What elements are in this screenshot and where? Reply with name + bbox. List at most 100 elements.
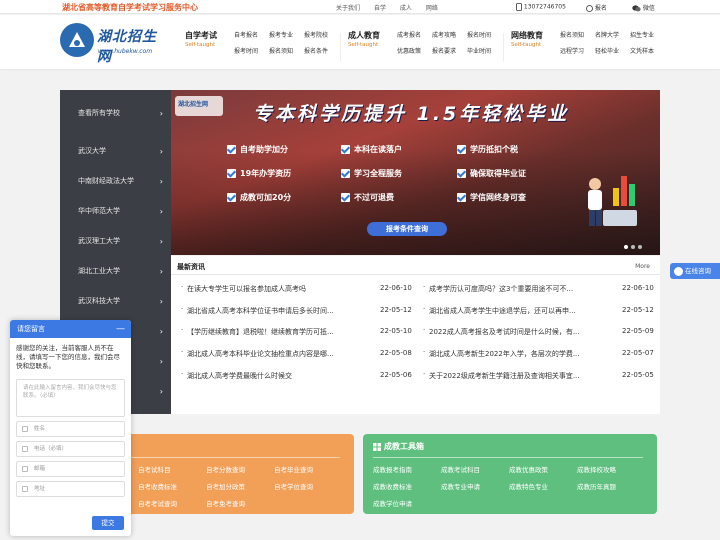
- top-link-about[interactable]: 关于我们: [336, 5, 360, 12]
- tool-link[interactable]: 自考分数查询: [206, 464, 274, 474]
- news-item[interactable]: 2022成人高考报名及考试时间是什么时候，有...22-05-09: [419, 326, 655, 349]
- submit-button[interactable]: 提交: [92, 516, 124, 530]
- checkbox-icon: [341, 169, 350, 178]
- banner-feature: 19年办学资历: [227, 168, 291, 179]
- nav-link[interactable]: 毕业时间: [467, 46, 502, 55]
- user-icon: [22, 426, 28, 432]
- tool-link[interactable]: [274, 498, 342, 508]
- wechat-link[interactable]: 微信: [632, 3, 655, 12]
- top-link-self[interactable]: 自学: [374, 5, 386, 12]
- tool-link[interactable]: 自考收费标准: [138, 481, 206, 491]
- wechat-icon: [632, 5, 641, 12]
- news-item[interactable]: 湖北成人高考新生2022年入学，各层次的学费...22-05-07: [419, 348, 655, 371]
- tool-link[interactable]: 自考学位查询: [274, 481, 342, 491]
- news-item[interactable]: 成考学历认可度高吗？这3个重要用途不可不...22-06-10: [419, 283, 655, 306]
- site-logo[interactable]: 湖北招生网 www.hubekw.com: [60, 23, 168, 65]
- logo-url: www.hubekw.com: [98, 48, 153, 55]
- card-links: 成教报考指南 成教考试科目 成教优惠政策 成教择校攻略 成教收费标准 成教专业申…: [373, 464, 653, 508]
- online-consult-button[interactable]: 在线咨询: [670, 263, 720, 279]
- news-item[interactable]: 湖北省成人高考学生中途退学后，还可以再申...22-05-12: [419, 305, 655, 328]
- tool-link[interactable]: [509, 498, 577, 508]
- nav-link[interactable]: 报考院校: [304, 30, 339, 39]
- nav-links-self-study: 自考报名 报考专业 报考院校 报考时间 报名须知 报名条件: [234, 30, 339, 62]
- nav-link[interactable]: 报名须知: [560, 30, 595, 39]
- checkbox-icon: [341, 193, 350, 202]
- tool-link[interactable]: 成教收费标准: [373, 481, 441, 491]
- nav-title[interactable]: 成人教育: [348, 30, 380, 41]
- banner-cta-button[interactable]: 报考条件查询: [367, 222, 447, 236]
- carousel-dot[interactable]: [631, 245, 635, 249]
- grid-icon: [373, 442, 381, 451]
- nav-link[interactable]: 成考攻略: [432, 30, 467, 39]
- banner-feature: 本科在读落户: [341, 144, 402, 155]
- tool-link[interactable]: [441, 498, 509, 508]
- nav-link[interactable]: 招生专业: [630, 30, 665, 39]
- tool-link[interactable]: [577, 498, 645, 508]
- phone-field[interactable]: 电话（必填）: [16, 441, 125, 457]
- sidebar-item-label: 武汉科技大学: [78, 297, 120, 305]
- news-item[interactable]: 在读大专学生可以报名参加成人高考吗22-06-10: [177, 283, 413, 306]
- hero-banner[interactable]: 湖北招生网 专本科学历提升 1.5年轻松毕业 自考助学加分 本科在读落户 学历抵…: [171, 90, 660, 255]
- latest-news: 最新资讯 More 在读大专学生可以报名参加成人高考吗22-06-10 湖北省成…: [171, 256, 660, 414]
- tool-link[interactable]: 自考免考查询: [206, 498, 274, 508]
- nav-link[interactable]: 成考报名: [397, 30, 432, 39]
- sidebar-item-whu[interactable]: 武汉大学 ›: [60, 136, 171, 166]
- phone-icon: [22, 446, 28, 452]
- nav-title[interactable]: 自学考试: [185, 30, 217, 41]
- tool-link[interactable]: 成教历年真题: [577, 481, 645, 491]
- sidebar-item-zuel[interactable]: 中南财经政法大学 ›: [60, 166, 171, 196]
- tool-link[interactable]: 自考加分政策: [206, 481, 274, 491]
- nav-link[interactable]: 优惠政策: [397, 46, 432, 55]
- news-item[interactable]: 湖北成人高考学费最晚什么时候交22-05-06: [177, 370, 413, 393]
- tool-link[interactable]: 成教考试科目: [441, 464, 509, 474]
- sidebar-item-wust[interactable]: 武汉科技大学 ›: [60, 286, 171, 316]
- nav-link[interactable]: 报名时间: [467, 30, 502, 39]
- nav-link[interactable]: 远程学习: [560, 46, 595, 55]
- nav-group-self-study: 自学考试 Self-taught: [185, 30, 217, 48]
- nav-link[interactable]: 报名须知: [269, 46, 304, 55]
- sidebar-item-all-schools[interactable]: 查看所有学校 ›: [60, 90, 171, 136]
- sidebar-item-hbut[interactable]: 湖北工业大学 ›: [60, 256, 171, 286]
- top-link-adult[interactable]: 成人: [400, 5, 412, 12]
- address-field[interactable]: 地址: [16, 481, 125, 497]
- checkbox-icon: [227, 193, 236, 202]
- mail-icon: [22, 466, 28, 472]
- sidebar-item-whut[interactable]: 武汉理工大学 ›: [60, 226, 171, 256]
- nav-link[interactable]: 轻松毕业: [595, 46, 630, 55]
- nav-link[interactable]: 名牌大学: [595, 30, 630, 39]
- minimize-icon[interactable]: —: [116, 320, 125, 338]
- name-field[interactable]: 姓名: [16, 421, 125, 437]
- register-link[interactable]: 报名: [586, 3, 607, 12]
- email-field[interactable]: 邮箱: [16, 461, 125, 477]
- checkbox-icon: [457, 193, 466, 202]
- nav-link[interactable]: 报名条件: [304, 46, 339, 55]
- nav-link[interactable]: 自考报名: [234, 30, 269, 39]
- tool-link[interactable]: 自考毕业查询: [274, 464, 342, 474]
- tool-link[interactable]: 成教特色专业: [509, 481, 577, 491]
- carousel-dot[interactable]: [638, 245, 642, 249]
- news-item[interactable]: 关于2022级成考新生学籍注册及查询相关事宜...22-05-05: [419, 370, 655, 393]
- tool-link[interactable]: 成教学位申请: [373, 498, 441, 508]
- top-link-online[interactable]: 网络: [426, 5, 438, 12]
- nav-title[interactable]: 网络教育: [511, 30, 543, 41]
- nav-link[interactable]: 报考专业: [269, 30, 304, 39]
- news-item[interactable]: 【学历继续教育】退税啦！继续教育学历可抵...22-05-10: [177, 326, 413, 349]
- message-textarea[interactable]: 请在此输入留言内容，我们会尽快与您联系。（必填）: [16, 379, 125, 417]
- news-item[interactable]: 湖北省成人高考本科学位证书申请后多长时间...22-05-12: [177, 305, 413, 328]
- tool-link[interactable]: 自考试科目: [138, 464, 206, 474]
- nav-link[interactable]: 文凭样本: [630, 46, 665, 55]
- site-slogan: 湖北省高等教育自学考试学习服务中心: [62, 3, 198, 12]
- sidebar-item-ccnu[interactable]: 华中师范大学 ›: [60, 196, 171, 226]
- carousel-dot[interactable]: [624, 245, 628, 249]
- nav-link[interactable]: 报考时间: [234, 46, 269, 55]
- nav-link[interactable]: 报名要求: [432, 46, 467, 55]
- tool-link[interactable]: 成教报考指南: [373, 464, 441, 474]
- divider: [373, 457, 643, 458]
- tool-link[interactable]: 成教优惠政策: [509, 464, 577, 474]
- tool-link[interactable]: 成教专业申请: [441, 481, 509, 491]
- news-more-link[interactable]: More: [635, 263, 650, 270]
- tool-link[interactable]: 成教择校攻略: [577, 464, 645, 474]
- tool-link[interactable]: 自考考试查询: [138, 498, 206, 508]
- news-item[interactable]: 湖北成人高考本科毕业论文抽检重点内容是哪...22-05-08: [177, 348, 413, 371]
- card-title: 成教工具箱: [373, 441, 424, 452]
